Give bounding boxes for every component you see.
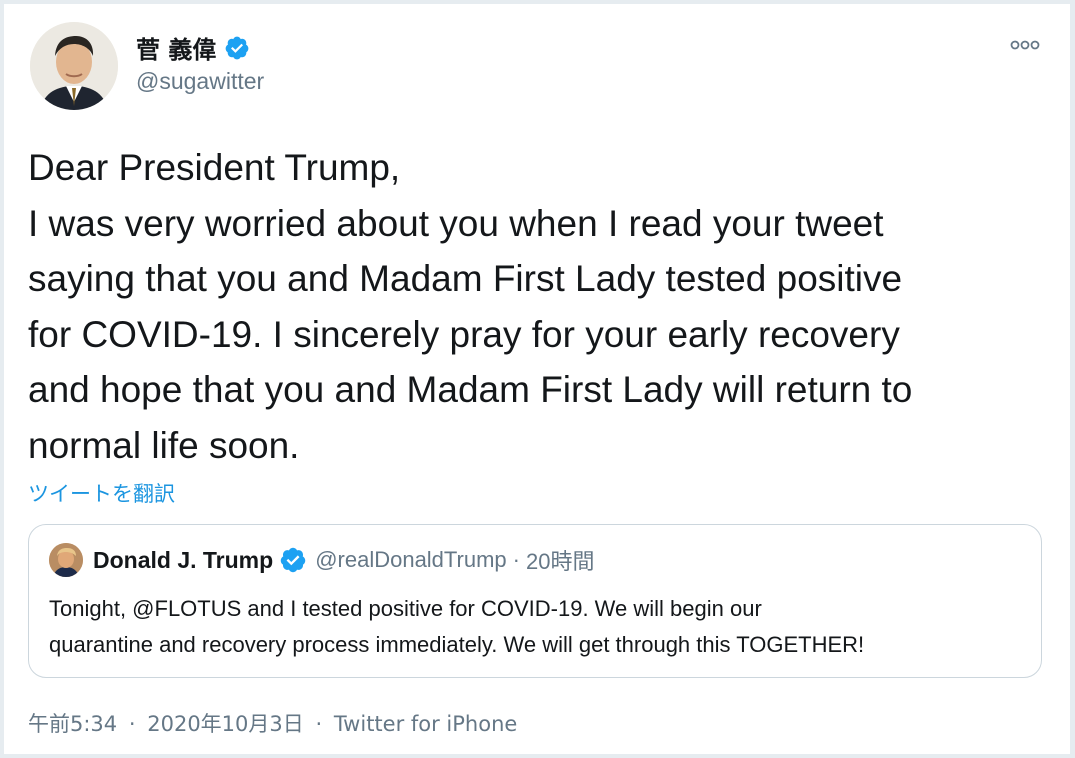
author-display-name[interactable]: 菅 義偉 bbox=[136, 30, 216, 65]
verified-badge-icon bbox=[224, 35, 250, 61]
quoted-tweet-text: Tonight, @FLOTUS and I tested positive f… bbox=[49, 596, 865, 657]
meta-separator: · bbox=[315, 712, 323, 736]
tweet-source[interactable]: Twitter for iPhone bbox=[334, 712, 518, 736]
tweet-time[interactable]: 午前5:34 bbox=[28, 712, 117, 736]
quoted-author-handle[interactable]: @realDonaldTrump bbox=[315, 547, 506, 573]
tweet-card: 菅 義偉 @sugawitter Dear President Trump, I… bbox=[4, 4, 1070, 754]
author-name-row[interactable]: 菅 義偉 bbox=[136, 30, 250, 65]
verified-badge-icon bbox=[279, 546, 307, 574]
quoted-tweet-time[interactable]: 20時間 bbox=[526, 544, 594, 576]
more-options-button[interactable] bbox=[1008, 34, 1042, 56]
tweet-text: Dear President Trump, I was very worried… bbox=[28, 147, 913, 466]
quoted-tweet-header: Donald J. Trump @realDonaldTrump · 20時間 bbox=[49, 543, 594, 577]
quoted-tweet-card[interactable]: Donald J. Trump @realDonaldTrump · 20時間 … bbox=[28, 524, 1042, 678]
translate-tweet-link[interactable]: ツイートを翻訳 bbox=[28, 478, 175, 508]
tweet-meta: 午前5:34 · 2020年10月3日 · Twitter for iPhone bbox=[28, 708, 517, 738]
author-handle[interactable]: @sugawitter bbox=[136, 68, 264, 95]
more-options-icon bbox=[1010, 40, 1040, 50]
quoted-author-name[interactable]: Donald J. Trump bbox=[93, 547, 273, 574]
author-avatar[interactable] bbox=[30, 22, 118, 110]
meta-separator: · bbox=[128, 712, 136, 736]
tweet-date[interactable]: 2020年10月3日 bbox=[147, 712, 304, 736]
quoted-author-avatar[interactable] bbox=[49, 543, 83, 577]
quoted-separator: · bbox=[512, 547, 520, 572]
